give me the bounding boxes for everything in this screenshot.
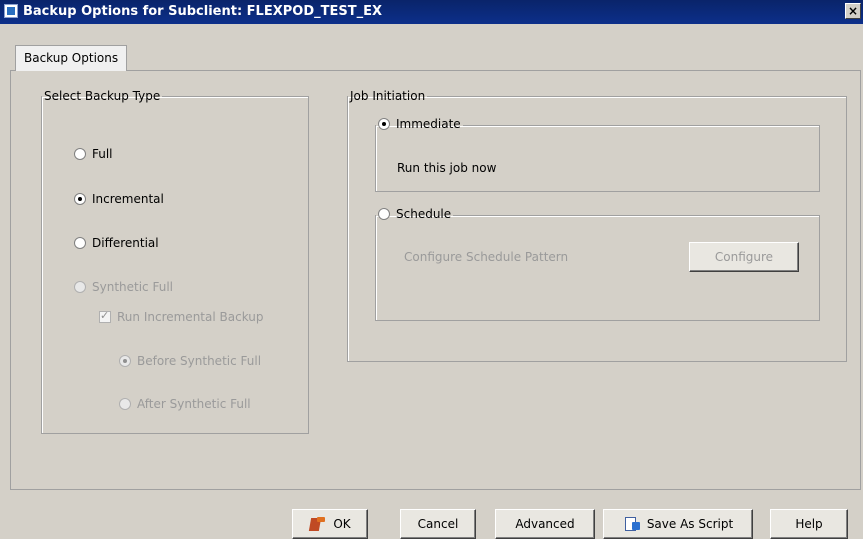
help-button[interactable]: Help — [770, 509, 848, 539]
backup-type-legend: Select Backup Type — [44, 89, 161, 103]
radio-synthetic-full-label: Synthetic Full — [92, 280, 173, 294]
radio-immediate-indicator[interactable] — [378, 118, 390, 130]
radio-full[interactable]: Full — [74, 147, 113, 161]
radio-synthetic-full-indicator[interactable] — [74, 281, 86, 293]
radio-differential-indicator[interactable] — [74, 237, 86, 249]
radio-incremental-label: Incremental — [92, 192, 164, 206]
radio-schedule[interactable]: Schedule — [378, 207, 451, 221]
schedule-group: Schedule Configure Schedule Pattern Conf… — [375, 207, 820, 321]
radio-before-synthetic-indicator[interactable] — [119, 355, 131, 367]
backup-type-group: Select Backup Type Full Incremental Diff… — [41, 89, 309, 434]
checkbox-run-incremental[interactable]: Run Incremental Backup — [99, 309, 264, 324]
radio-after-synthetic-indicator[interactable] — [119, 398, 131, 410]
radio-after-synthetic[interactable]: After Synthetic Full — [119, 397, 251, 411]
radio-full-indicator[interactable] — [74, 148, 86, 160]
advanced-button[interactable]: Advanced — [495, 509, 595, 539]
radio-before-synthetic[interactable]: Before Synthetic Full — [119, 354, 261, 368]
radio-schedule-indicator[interactable] — [378, 208, 390, 220]
immediate-legend: Immediate — [376, 117, 463, 133]
ok-button-label: OK — [333, 517, 351, 531]
title-bar: Backup Options for Subclient: FLEXPOD_TE… — [0, 0, 863, 24]
checkbox-run-incremental-indicator[interactable] — [99, 309, 111, 323]
script-icon — [623, 516, 641, 532]
ok-button[interactable]: OK — [292, 509, 368, 539]
radio-differential-label: Differential — [92, 236, 159, 250]
immediate-description: Run this job now — [397, 161, 497, 175]
cancel-button[interactable]: Cancel — [400, 509, 476, 539]
tab-panel: Select Backup Type Full Incremental Diff… — [10, 70, 861, 490]
schedule-legend: Schedule — [376, 207, 453, 223]
radio-immediate[interactable]: Immediate — [378, 117, 461, 131]
save-as-script-button[interactable]: Save As Script — [603, 509, 753, 539]
save-as-script-label: Save As Script — [646, 517, 734, 531]
job-initiation-legend: Job Initiation — [350, 89, 426, 103]
job-initiation-group: Job Initiation Immediate Run this job no… — [347, 89, 847, 362]
radio-synthetic-full[interactable]: Synthetic Full — [74, 280, 173, 294]
schedule-description: Configure Schedule Pattern — [404, 250, 569, 264]
radio-after-synthetic-label: After Synthetic Full — [137, 397, 251, 411]
radio-differential[interactable]: Differential — [74, 236, 159, 250]
radio-schedule-label: Schedule — [396, 207, 452, 221]
dialog-body: Backup Options Select Backup Type Full I… — [0, 24, 863, 539]
configure-button[interactable]: Configure — [689, 242, 799, 272]
radio-before-synthetic-label: Before Synthetic Full — [137, 354, 262, 368]
radio-incremental-indicator[interactable] — [74, 193, 86, 205]
close-button[interactable]: × — [845, 3, 861, 19]
immediate-group: Immediate Run this job now — [375, 117, 820, 192]
radio-full-label: Full — [92, 147, 113, 161]
window-title: Backup Options for Subclient: FLEXPOD_TE… — [23, 4, 382, 19]
tab-backup-options[interactable]: Backup Options — [15, 45, 128, 71]
radio-incremental[interactable]: Incremental — [74, 192, 164, 206]
checkbox-run-incremental-label: Run Incremental Backup — [117, 310, 264, 324]
app-icon — [4, 4, 18, 18]
radio-immediate-label: Immediate — [396, 117, 461, 131]
ok-icon — [309, 516, 327, 532]
